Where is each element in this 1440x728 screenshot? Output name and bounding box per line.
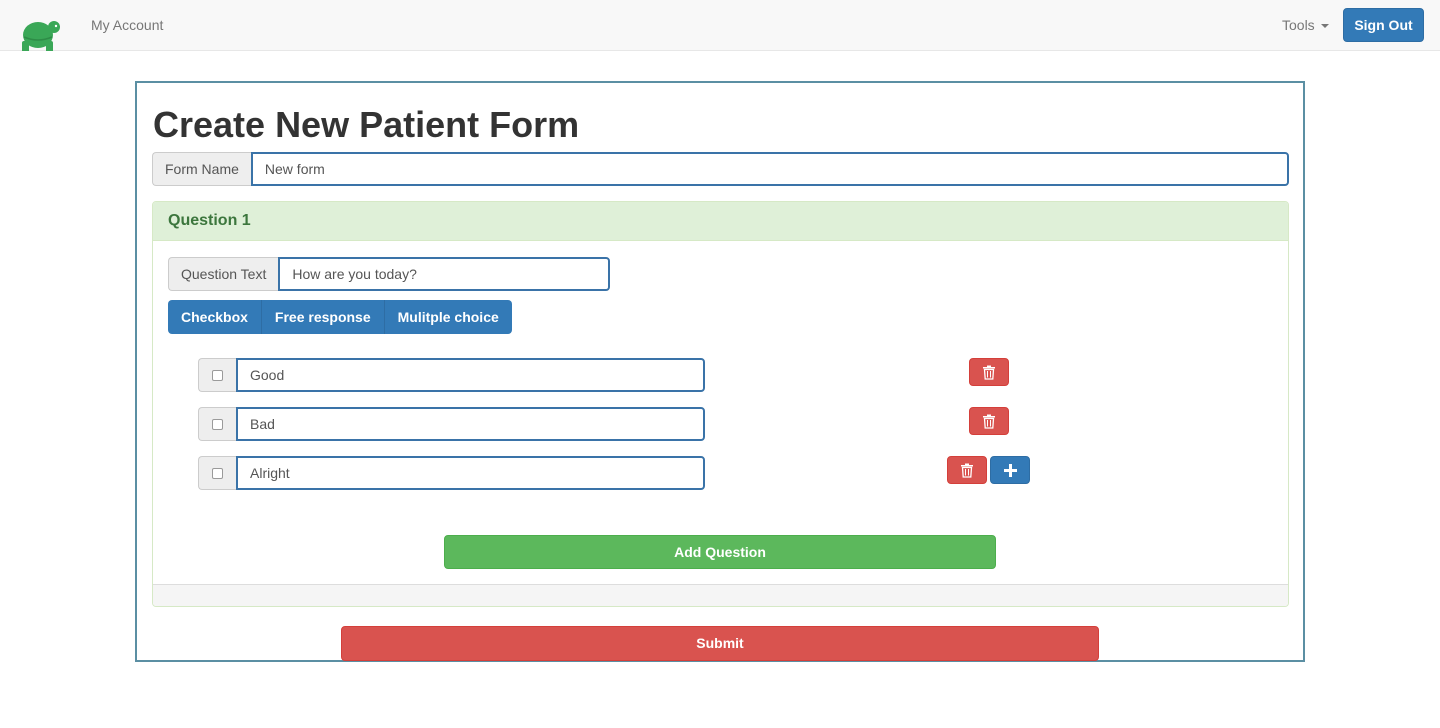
delete-choice-button[interactable]: [947, 456, 987, 484]
type-free-response-button[interactable]: Free response: [261, 300, 385, 334]
question-panel: Question 1 Question Text How are you tod…: [152, 201, 1289, 607]
form-name-input[interactable]: New form: [250, 152, 1289, 186]
trash-icon: [983, 365, 995, 380]
delete-choice-button[interactable]: [969, 407, 1009, 435]
choice-checkbox[interactable]: [212, 370, 223, 381]
question-heading: Question 1: [153, 202, 1288, 241]
choice-checkbox[interactable]: [212, 419, 223, 430]
turtle-logo-icon[interactable]: [16, 13, 62, 51]
choice-input[interactable]: Good: [236, 358, 705, 392]
choice-row: Good: [198, 358, 705, 392]
choice-input[interactable]: Bad: [236, 407, 705, 441]
type-multiple-choice-button[interactable]: Mulitple choice: [384, 300, 512, 334]
choice-input[interactable]: Alright: [236, 456, 705, 490]
add-question-button[interactable]: Add Question: [444, 535, 996, 569]
trash-icon: [983, 414, 995, 429]
navbar: My Account Tools Sign Out: [0, 0, 1440, 51]
add-choice-button[interactable]: [990, 456, 1030, 484]
question-text-label: Question Text: [168, 257, 279, 291]
question-text-input[interactable]: How are you today?: [278, 257, 610, 291]
submit-button[interactable]: Submit: [341, 626, 1099, 661]
form-name-group: Form Name New form: [152, 152, 1289, 186]
question-text-group: Question Text How are you today?: [168, 257, 610, 291]
choice-checkbox-addon: [198, 456, 236, 490]
panel-footer: [153, 584, 1288, 606]
form-container: Create New Patient Form Form Name New fo…: [135, 81, 1305, 662]
choice-checkbox[interactable]: [212, 468, 223, 479]
sign-out-button[interactable]: Sign Out: [1343, 8, 1424, 42]
delete-choice-button[interactable]: [969, 358, 1009, 386]
caret-down-icon: [1320, 24, 1329, 29]
nav-tools-label: Tools: [1282, 17, 1315, 33]
question-type-selector: Checkbox Free response Mulitple choice: [168, 300, 512, 334]
trash-icon: [961, 463, 973, 478]
nav-my-account-link[interactable]: My Account: [91, 16, 163, 34]
choice-row: Bad: [198, 407, 705, 441]
choice-row: Alright: [198, 456, 705, 490]
plus-icon: [1004, 464, 1017, 477]
page-title: Create New Patient Form: [153, 104, 580, 145]
choice-checkbox-addon: [198, 358, 236, 392]
nav-tools-dropdown[interactable]: Tools: [1282, 16, 1329, 34]
choice-checkbox-addon: [198, 407, 236, 441]
form-name-label: Form Name: [152, 152, 251, 186]
type-checkbox-button[interactable]: Checkbox: [168, 300, 262, 334]
